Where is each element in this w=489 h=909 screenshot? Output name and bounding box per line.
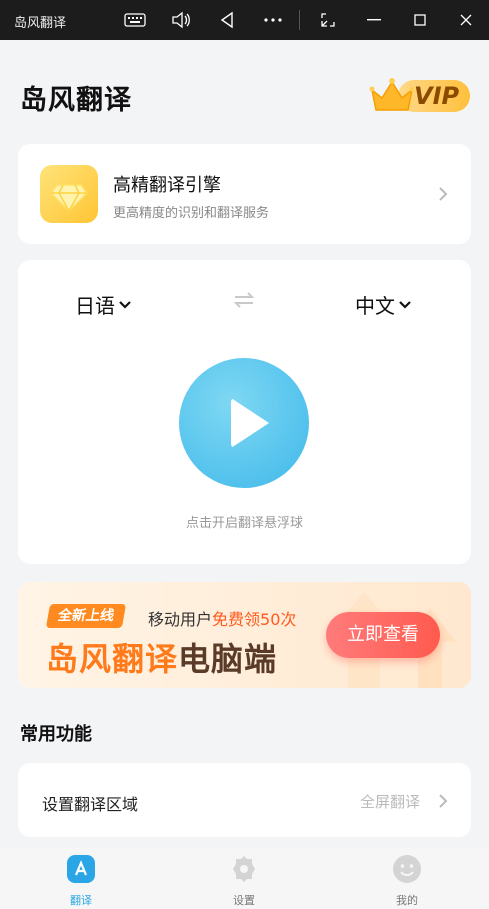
banner-offer-prefix: 移动用户 <box>148 610 213 629</box>
nav-label-settings: 设置 <box>233 894 255 907</box>
back-icon[interactable] <box>215 8 239 32</box>
vip-label: VIP <box>414 82 460 110</box>
gear-icon <box>233 856 255 882</box>
chevron-down-icon <box>399 300 411 309</box>
common-functions-title: 常用功能 <box>20 724 92 745</box>
source-language-label: 日语 <box>75 294 115 318</box>
bottom-navigation: 翻译 设置 我的 <box>0 848 489 909</box>
translate-card: 日语 中文 点击开启翻译悬浮球 <box>18 260 471 564</box>
chevron-down-icon <box>119 300 131 309</box>
view-now-button[interactable]: 立即查看 <box>326 612 440 658</box>
nav-item-profile[interactable]: 我的 <box>372 854 442 908</box>
minimize-icon[interactable] <box>362 8 386 32</box>
nav-label-translate: 翻译 <box>70 894 92 907</box>
window-title-bar: 岛风翻译 <box>0 0 489 40</box>
start-float-ball-button[interactable] <box>179 358 309 488</box>
nav-label-profile: 我的 <box>396 894 418 907</box>
volume-icon[interactable] <box>169 8 193 32</box>
nav-item-settings[interactable]: 设置 <box>209 854 279 908</box>
translation-region-row[interactable]: 设置翻译区域 全屏翻译 <box>18 763 471 837</box>
banner-offer-highlight: 免费领50次 <box>212 610 297 629</box>
engine-title: 高精翻译引擎 <box>113 175 221 196</box>
window-title: 岛风翻译 <box>14 16 67 31</box>
page-title: 岛风翻译 <box>20 85 132 116</box>
smiley-icon <box>393 855 421 883</box>
gem-icon <box>40 165 98 223</box>
banner-headline-part1: 岛风翻译 <box>46 640 179 678</box>
source-language-select[interactable]: 日语 <box>75 290 131 319</box>
banner-headline-part2: 电脑端 <box>178 640 278 678</box>
chevron-right-icon <box>439 794 448 808</box>
swap-icon <box>233 292 255 308</box>
banner-tag: 全新上线 <box>45 604 127 628</box>
banner-headline: 岛风翻译电脑端 <box>46 634 277 680</box>
chevron-right-icon <box>439 187 448 201</box>
translation-region-value: 全屏翻译 <box>360 793 421 811</box>
more-icon[interactable] <box>261 8 285 32</box>
engine-subtitle: 更高精度的识别和翻译服务 <box>113 206 270 221</box>
title-separator <box>299 10 300 30</box>
maximize-icon[interactable] <box>408 8 432 32</box>
banner-offer: 移动用户免费领50次 <box>148 606 296 630</box>
crown-icon <box>369 78 415 111</box>
translate-icon <box>67 855 95 883</box>
resize-icon[interactable] <box>316 8 340 32</box>
engine-card[interactable]: 高精翻译引擎 更高精度的识别和翻译服务 <box>18 144 471 244</box>
float-ball-hint: 点击开启翻译悬浮球 <box>185 516 303 531</box>
target-language-select[interactable]: 中文 <box>355 290 411 319</box>
nav-item-translate[interactable]: 翻译 <box>46 854 116 908</box>
vip-button[interactable]: VIP <box>368 74 472 116</box>
keyboard-icon[interactable] <box>123 8 147 32</box>
desktop-promo-banner[interactable]: 全新上线 移动用户免费领50次 岛风翻译电脑端 立即查看 <box>18 582 471 688</box>
swap-languages-button[interactable] <box>233 290 255 314</box>
close-icon[interactable] <box>454 8 478 32</box>
translation-region-label: 设置翻译区域 <box>42 795 139 814</box>
target-language-label: 中文 <box>355 294 395 318</box>
play-icon <box>231 398 269 448</box>
